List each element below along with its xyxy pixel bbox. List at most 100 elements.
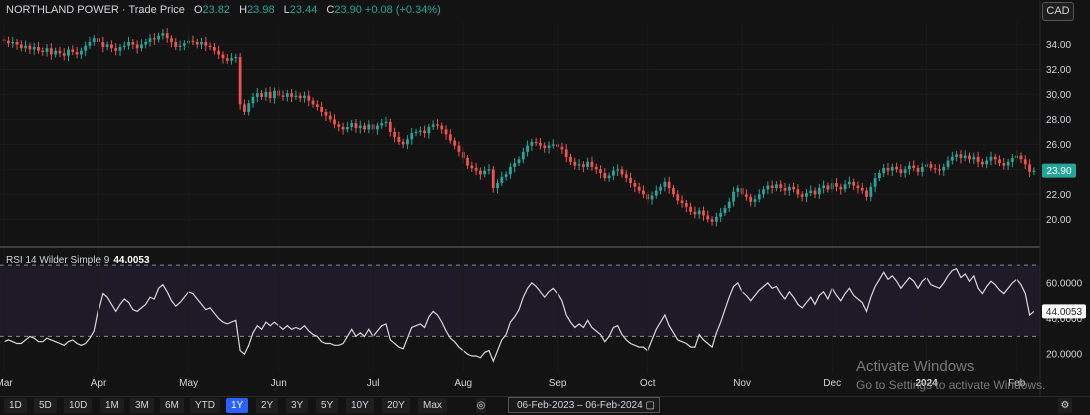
candle-body — [337, 124, 341, 127]
price-tick-label: 28.00 — [1046, 115, 1071, 126]
candle-body — [929, 164, 933, 169]
last-price-tag: 23.90 — [1042, 163, 1076, 178]
candle-body — [393, 131, 396, 137]
candle-body — [933, 168, 937, 170]
watermark-title: Activate Windows — [856, 358, 975, 375]
candle-body — [865, 190, 868, 197]
candle-body — [908, 165, 911, 170]
time-tick-label: May — [179, 378, 198, 389]
candle-body — [723, 208, 727, 214]
candle-body — [191, 40, 195, 42]
candle-body — [1006, 161, 1010, 166]
candle-body — [521, 151, 525, 160]
range-button-max[interactable]: Max — [418, 398, 447, 413]
candle-body — [672, 188, 675, 195]
candle-body — [24, 45, 27, 49]
candle-body — [431, 124, 435, 127]
candle-body — [298, 95, 302, 99]
candle-body — [882, 168, 886, 174]
candle-body — [88, 41, 92, 46]
candle-body — [234, 56, 238, 59]
candle-body — [504, 174, 508, 177]
range-button-20y[interactable]: 20Y — [382, 398, 410, 413]
time-tick-label: Mar — [0, 378, 13, 389]
candle-body — [813, 190, 817, 195]
candle-body — [860, 188, 864, 191]
candle-body — [444, 129, 448, 135]
candle-body — [620, 169, 624, 175]
range-button-3m[interactable]: 3M — [130, 398, 154, 413]
candle-body — [757, 194, 761, 200]
open-label: O — [193, 4, 203, 16]
candle-body — [114, 48, 118, 51]
range-button-10y[interactable]: 10Y — [346, 398, 374, 413]
candle-body — [938, 169, 941, 171]
candle-body — [989, 156, 993, 161]
candle-body — [603, 173, 607, 179]
candle-body — [706, 215, 710, 220]
candle-body — [418, 130, 422, 132]
rsi-tick-label: 60.0000 — [1046, 278, 1083, 289]
range-button-ytd[interactable]: YTD — [190, 398, 220, 413]
candle-body — [354, 123, 358, 129]
range-button-6m[interactable]: 6M — [160, 398, 184, 413]
candle-body — [993, 156, 997, 160]
candle-body — [436, 124, 439, 126]
candle-body — [247, 103, 251, 112]
candle-body — [1023, 159, 1027, 165]
candle-body — [599, 169, 602, 174]
candle-body — [221, 54, 225, 59]
date-from: 06-Feb-2023 — [517, 400, 575, 411]
candle-body — [401, 141, 405, 145]
candle-body — [320, 106, 324, 112]
range-button-1d[interactable]: 1D — [4, 398, 27, 413]
candle-body — [877, 173, 881, 179]
candle-body — [11, 41, 15, 44]
calendar-icon[interactable]: ▢ — [646, 398, 655, 414]
date-range-field[interactable]: 06-Feb-2023 – 06-Feb-2024 ▢ — [508, 397, 660, 413]
price-tick-label: 22.00 — [1046, 190, 1071, 201]
candle-body — [629, 178, 632, 184]
time-tick-label: Apr — [91, 378, 107, 389]
candle-body — [959, 154, 963, 159]
candle-body — [1002, 163, 1006, 166]
candle-body — [581, 164, 585, 167]
price-tick-label: 26.00 — [1046, 140, 1071, 151]
candle-body — [251, 96, 255, 104]
range-button-3y[interactable]: 3Y — [286, 398, 309, 413]
candle-body — [208, 45, 212, 47]
candle-body — [826, 185, 830, 190]
rsi-last-value: 44.0053 — [1046, 307, 1083, 318]
candle-body — [835, 183, 838, 187]
candle-body — [131, 41, 135, 45]
candle-body — [714, 216, 718, 222]
activation-watermark: Activate Windows Go to Settings to activ… — [856, 358, 1045, 394]
candle-body — [611, 170, 615, 176]
goto-date-icon[interactable]: ◎ — [476, 398, 486, 413]
candle-body — [470, 165, 474, 169]
chart-canvas[interactable]: 20.0022.0024.0026.0028.0030.0032.0034.00… — [0, 0, 1090, 414]
candle-body — [659, 186, 662, 191]
candle-body — [71, 49, 75, 52]
candle-body — [710, 219, 714, 222]
candle-body — [775, 184, 778, 189]
range-button-5y[interactable]: 5Y — [316, 398, 339, 413]
range-button-2y[interactable]: 2Y — [256, 398, 279, 413]
price-tick-label: 34.00 — [1046, 40, 1071, 51]
settings-gear-icon[interactable]: ⚙ — [1058, 398, 1072, 413]
range-button-1y[interactable]: 1Y — [226, 398, 249, 413]
candle-body — [852, 181, 856, 186]
candle-body — [79, 50, 83, 55]
range-button-10d[interactable]: 10D — [64, 398, 93, 413]
candle-body — [341, 126, 345, 130]
time-tick-label: Oct — [640, 378, 656, 389]
candle-body — [697, 210, 701, 215]
candle-body — [805, 193, 808, 197]
range-button-5d[interactable]: 5D — [34, 398, 57, 413]
range-button-1m[interactable]: 1M — [100, 398, 124, 413]
candle-body — [654, 190, 658, 196]
currency-button[interactable]: CAD — [1042, 2, 1074, 21]
candle-body — [955, 154, 959, 157]
candle-body — [633, 183, 637, 187]
candle-body — [174, 41, 178, 47]
